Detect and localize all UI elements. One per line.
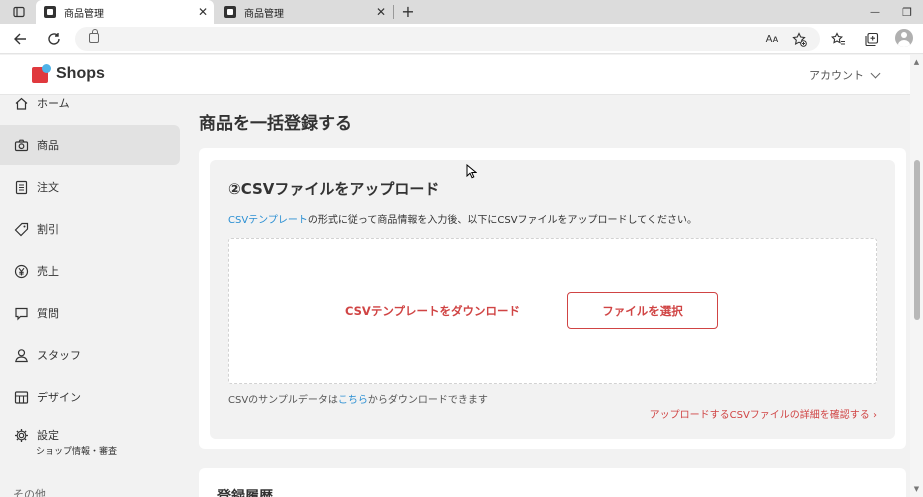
browser-toolbar: Aᴀ <box>0 24 923 54</box>
home-icon <box>13 95 29 111</box>
scroll-thumb[interactable] <box>914 160 920 320</box>
read-aloud-icon[interactable]: Aᴀ <box>763 30 781 48</box>
new-tab-button[interactable]: + <box>398 2 418 21</box>
tab-actions-icon[interactable] <box>2 0 36 24</box>
account-label: アカウント <box>809 69 864 82</box>
app-header: Shops アカウント <box>0 55 910 95</box>
sidebar-item-label: 割引 <box>37 223 59 236</box>
sidebar-item-label: 売上 <box>37 265 59 278</box>
csv-template-link[interactable]: CSVテンプレート <box>228 215 308 226</box>
add-favorite-icon[interactable] <box>790 30 808 48</box>
shops-logo[interactable]: Shops <box>32 64 105 84</box>
tag-icon <box>13 221 29 237</box>
sample-text-pre: CSVのサンプルデータは <box>228 395 338 406</box>
scroll-down-icon[interactable]: ▼ <box>912 485 921 494</box>
sidebar-item-label: 商品 <box>37 139 59 152</box>
upload-description: CSVテンプレートの形式に従って商品情報を入力後、以下にCSVファイルをアップロ… <box>228 211 697 226</box>
lock-icon <box>89 29 99 43</box>
yen-icon <box>13 263 29 279</box>
restore-button[interactable]: ❐ <box>890 0 923 24</box>
sidebar-item-label: 設定 <box>37 429 59 442</box>
collections-icon[interactable] <box>862 30 880 48</box>
sample-data-text: CSVのサンプルデータはこちらからダウンロードできます <box>228 391 488 406</box>
back-arrow-icon[interactable] <box>11 30 29 48</box>
upload-section: ②CSVファイルをアップロード CSVテンプレートの形式に従って商品情報を入力後… <box>210 160 895 439</box>
minimize-button[interactable]: — <box>858 0 892 24</box>
shops-logo-icon <box>32 64 51 84</box>
refresh-icon[interactable] <box>45 30 63 48</box>
sidebar-item-products[interactable]: 商品 <box>0 125 180 165</box>
list-icon <box>13 179 29 195</box>
profile-avatar[interactable] <box>895 29 913 47</box>
sidebar-item-label: 質問 <box>37 307 59 320</box>
chat-icon <box>13 305 29 321</box>
scroll-up-icon[interactable]: ▲ <box>912 58 921 67</box>
sidebar-item-home[interactable]: ホーム <box>0 95 180 123</box>
sidebar-item-design[interactable]: デザイン <box>0 377 180 417</box>
chevron-down-icon <box>870 68 881 78</box>
address-bar[interactable] <box>75 27 820 51</box>
logo-text: Shops <box>56 65 105 82</box>
sidebar-item-sublabel: ショップ情報・審査 <box>36 447 118 457</box>
page-title: 商品を一括登録する <box>199 114 352 134</box>
favorites-icon[interactable] <box>829 30 847 48</box>
close-tab-icon[interactable]: ✕ <box>198 5 208 19</box>
design-icon <box>13 389 29 405</box>
sidebar-item-sales[interactable]: 売上 <box>0 251 180 291</box>
description-text: の形式に従って商品情報を入力後、以下にCSVファイルをアップロードしてください。 <box>307 215 697 226</box>
sample-text-post: からダウンロードできます <box>367 395 488 406</box>
gear-icon <box>13 427 29 443</box>
close-tab-icon[interactable]: ✕ <box>376 5 386 19</box>
shops-favicon-icon <box>224 6 236 18</box>
sidebar-item-label: スタッフ <box>37 349 81 362</box>
camera-icon <box>13 137 29 153</box>
sidebar-item-discounts[interactable]: 割引 <box>0 209 180 249</box>
sidebar-item-label: デザイン <box>37 391 81 404</box>
tab-title: 商品管理 <box>64 8 104 20</box>
history-title: 登録履歴 <box>217 489 273 497</box>
sidebar-item-label: ホーム <box>37 97 70 110</box>
sidebar-item-settings[interactable]: 設定 ショップ情報・審査 <box>0 419 180 469</box>
sidebar-item-questions[interactable]: 質問 <box>0 293 180 333</box>
page-scrollbar[interactable]: ▲ ▼ <box>910 55 923 497</box>
sidebar-item-staff[interactable]: スタッフ <box>0 335 180 375</box>
csv-details-link[interactable]: アップロードするCSVファイルの詳細を確認する › <box>650 406 877 421</box>
browser-tabbar: 商品管理 ✕ 商品管理 ✕ + — ❐ <box>0 0 923 24</box>
tab-inactive[interactable]: 商品管理 ✕ <box>216 0 392 24</box>
file-dropzone[interactable]: CSVテンプレートをダウンロード ファイルを選択 <box>228 238 877 384</box>
section-title: ②CSVファイルをアップロード <box>228 180 440 198</box>
history-card: 登録履歴 <box>199 468 906 497</box>
sidebar-section-other: その他 <box>13 488 46 497</box>
download-template-link[interactable]: CSVテンプレートをダウンロード <box>345 303 520 319</box>
upload-card: ②CSVファイルをアップロード CSVテンプレートの形式に従って商品情報を入力後… <box>199 148 906 449</box>
sidebar-item-label: 注文 <box>37 181 59 194</box>
choose-file-button[interactable]: ファイルを選択 <box>567 292 718 329</box>
sample-data-link[interactable]: こちら <box>338 395 368 406</box>
tab-divider <box>393 5 394 19</box>
person-icon <box>13 347 29 363</box>
shops-favicon-icon <box>44 6 56 18</box>
sidebar-item-orders[interactable]: 注文 <box>0 167 180 207</box>
sidebar: ホーム 商品 注文 割引 売上 質問 スタッフ デザイン 設定 ショップ情報・審… <box>0 95 190 497</box>
account-menu[interactable]: アカウント <box>809 67 881 83</box>
tab-active[interactable]: 商品管理 ✕ <box>36 0 214 24</box>
tab-title: 商品管理 <box>244 8 284 20</box>
